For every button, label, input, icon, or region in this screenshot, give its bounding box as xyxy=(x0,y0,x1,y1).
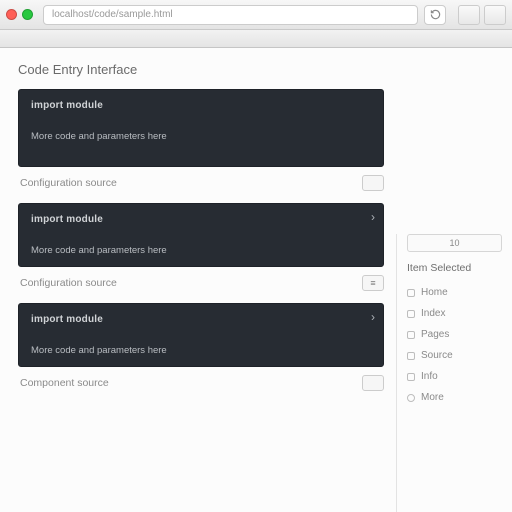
close-window-dot[interactable] xyxy=(6,9,17,20)
sidebar-item-label: Source xyxy=(421,350,453,361)
code-line: import module xyxy=(31,214,371,225)
block-action-button[interactable] xyxy=(362,375,384,391)
window-titlebar: localhost/code/sample.html xyxy=(0,0,512,30)
sidebar-title: Item Selected xyxy=(407,262,502,274)
code-line: More code and parameters here xyxy=(31,345,371,356)
code-block-3[interactable]: › import module More code and parameters… xyxy=(18,303,384,367)
block-caption: Configuration source xyxy=(20,177,117,189)
sidebar-list: Home Index Pages Source Info More xyxy=(407,282,502,408)
sidebar-item-label: Info xyxy=(421,371,438,382)
code-block-2[interactable]: › import module More code and parameters… xyxy=(18,203,384,267)
sidebar: 10 Item Selected Home Index Pages Source… xyxy=(396,234,512,512)
code-line: import module xyxy=(31,100,371,111)
block-action-button[interactable] xyxy=(362,175,384,191)
address-text: localhost/code/sample.html xyxy=(52,9,173,20)
sidebar-item-label: Home xyxy=(421,287,448,298)
sidebar-item[interactable]: Info xyxy=(407,366,502,387)
code-block-1[interactable]: import module More code and parameters h… xyxy=(18,89,384,167)
block-action-button[interactable]: ≡ xyxy=(362,275,384,291)
toolbar-button-2[interactable] xyxy=(484,5,506,25)
code-line: More code and parameters here xyxy=(31,131,371,142)
address-bar[interactable]: localhost/code/sample.html xyxy=(43,5,418,25)
block-caption-row: Configuration source ≡ xyxy=(20,275,384,291)
sidebar-item-label: Index xyxy=(421,308,445,319)
traffic-lights xyxy=(6,9,33,20)
zoom-window-dot[interactable] xyxy=(22,9,33,20)
block-caption: Component source xyxy=(20,377,109,389)
main-column: Code Entry Interface import module More … xyxy=(18,62,384,512)
page-title: Code Entry Interface xyxy=(18,62,384,77)
code-line: More code and parameters here xyxy=(31,245,371,256)
block-caption-row: Configuration source xyxy=(20,175,384,191)
reload-icon xyxy=(430,9,441,20)
reload-button[interactable] xyxy=(424,5,446,25)
toolbar-right-buttons xyxy=(458,5,506,25)
sidebar-item[interactable]: Source xyxy=(407,345,502,366)
toolbar-strip xyxy=(0,30,512,48)
chevron-right-icon[interactable]: › xyxy=(371,210,375,224)
block-caption: Configuration source xyxy=(20,277,117,289)
sidebar-item[interactable]: Home xyxy=(407,282,502,303)
sidebar-pill[interactable]: 10 xyxy=(407,234,502,252)
sidebar-item[interactable]: Index xyxy=(407,303,502,324)
chevron-right-icon[interactable]: › xyxy=(371,310,375,324)
sidebar-item-label: Pages xyxy=(421,329,449,340)
sidebar-item[interactable]: Pages xyxy=(407,324,502,345)
toolbar-button-1[interactable] xyxy=(458,5,480,25)
page-body: Code Entry Interface import module More … xyxy=(0,48,512,512)
code-line: import module xyxy=(31,314,371,325)
sidebar-item[interactable]: More xyxy=(407,387,502,408)
block-caption-row: Component source xyxy=(20,375,384,391)
sidebar-item-label: More xyxy=(421,392,444,403)
